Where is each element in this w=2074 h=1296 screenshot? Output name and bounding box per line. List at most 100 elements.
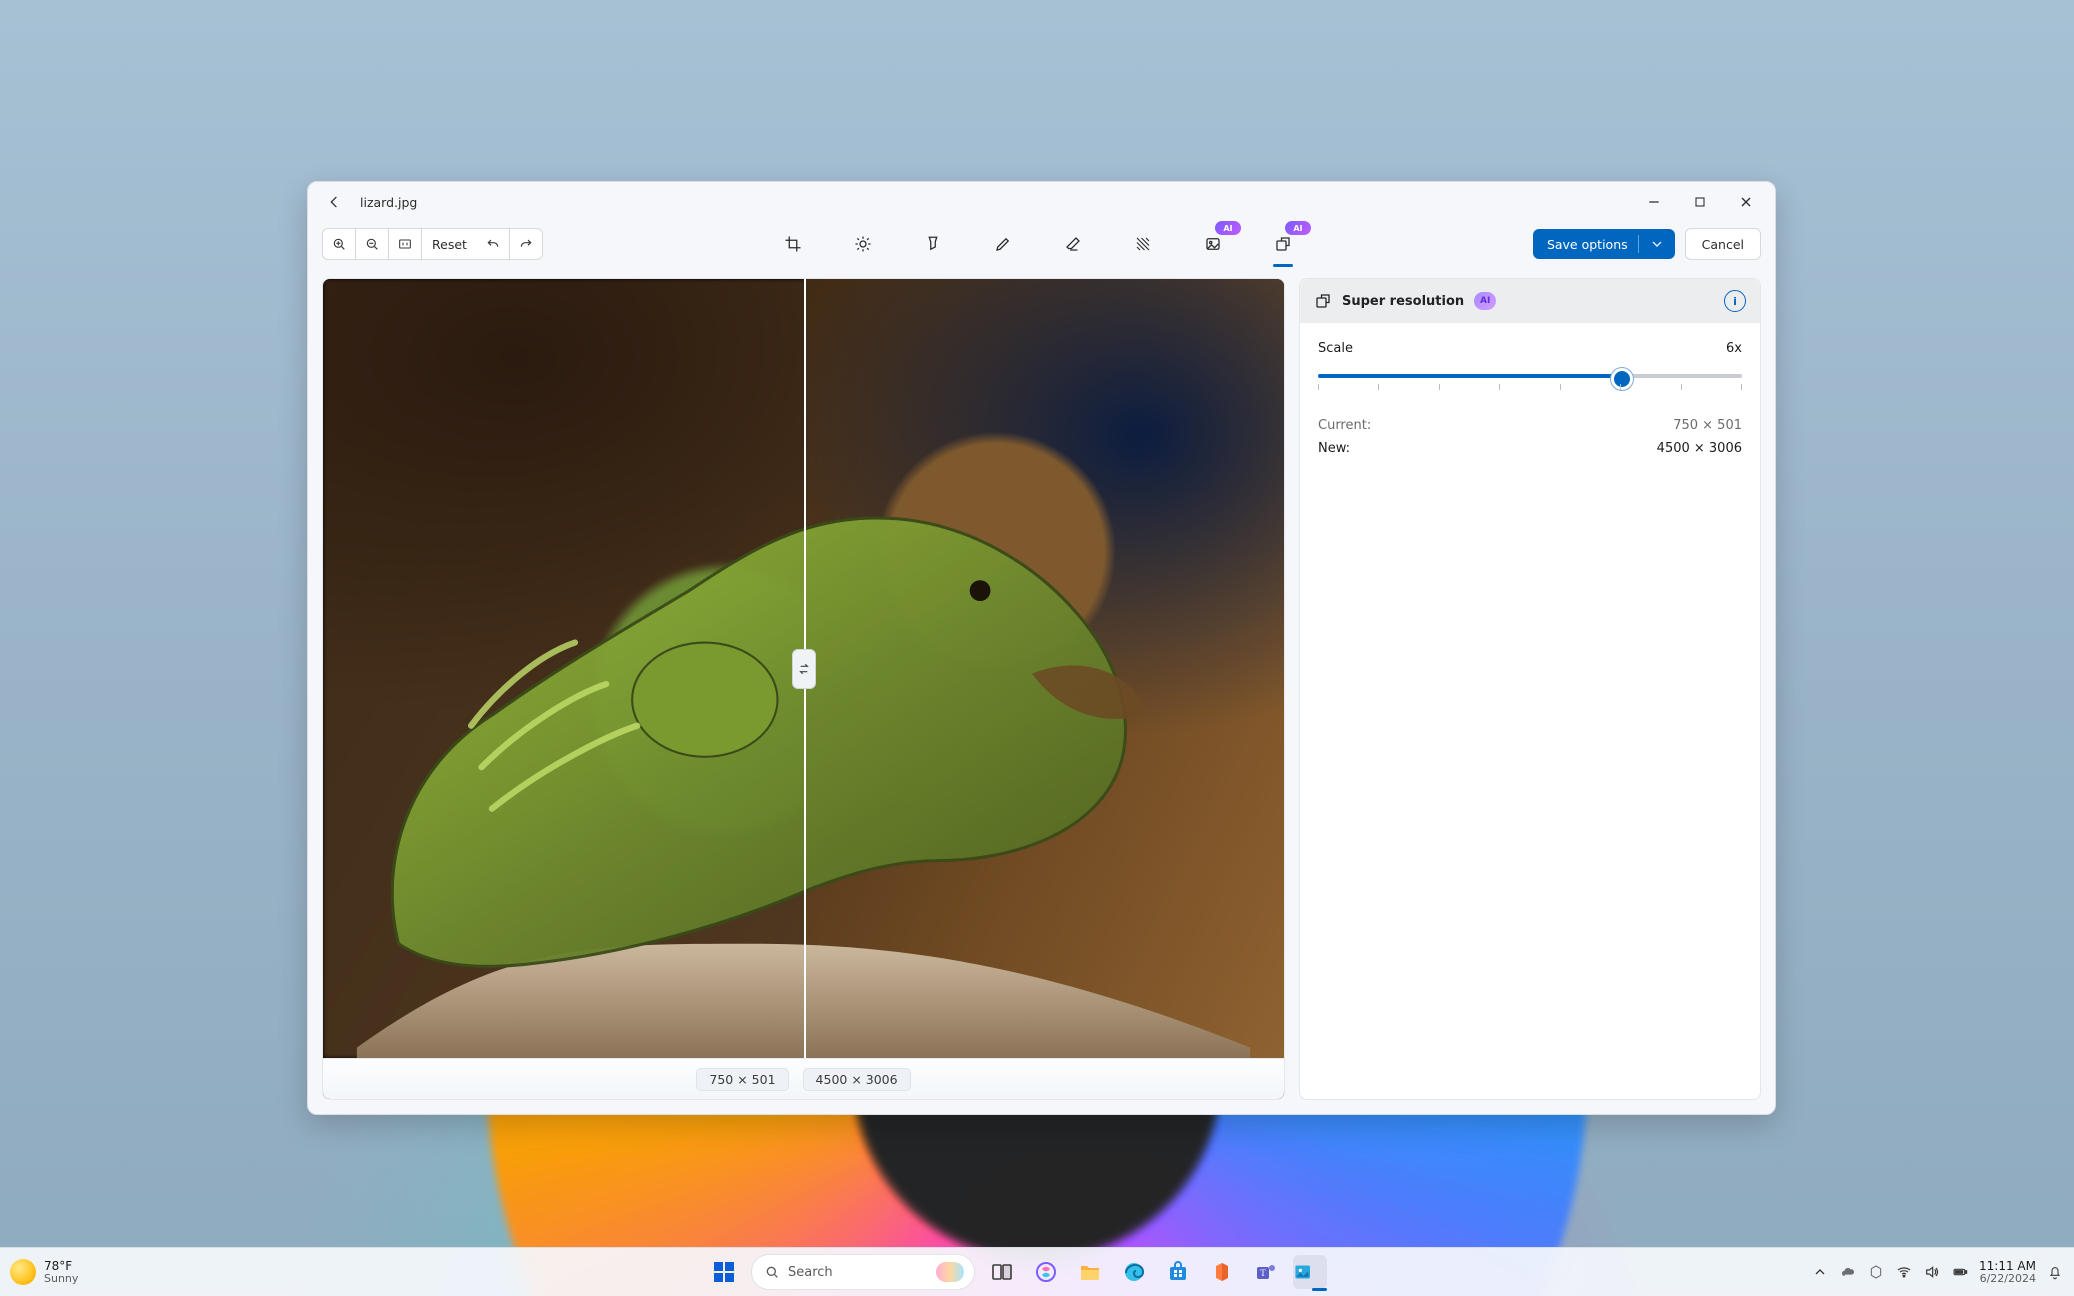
folder-icon <box>1078 1260 1102 1284</box>
file-explorer-button[interactable] <box>1073 1255 1107 1289</box>
titlebar: lizard.jpg <box>308 182 1775 222</box>
onedrive-tray-icon[interactable] <box>1839 1263 1857 1281</box>
crop-icon <box>784 235 802 253</box>
new-value: 4500 × 3006 <box>1657 441 1742 456</box>
zoom-out-icon <box>364 236 380 252</box>
markup-tool[interactable] <box>985 227 1021 261</box>
wifi-tray-icon[interactable] <box>1895 1263 1913 1281</box>
generative-erase-tool[interactable]: AI <box>1195 227 1231 261</box>
ai-badge: AI <box>1285 221 1311 235</box>
ai-badge: AI <box>1215 221 1241 235</box>
start-button[interactable] <box>707 1255 741 1289</box>
zoom-out-button[interactable] <box>355 229 388 259</box>
cloud-icon <box>1840 1264 1856 1280</box>
image-ai-icon <box>1204 235 1222 253</box>
window-caption-buttons <box>1631 182 1769 222</box>
back-button[interactable] <box>318 186 350 218</box>
crop-tool[interactable] <box>775 227 811 261</box>
panel-body: Scale 6x Current: 750 × 501 New: 4500 × … <box>1300 323 1760 464</box>
teams-icon: T <box>1254 1260 1278 1284</box>
task-view-button[interactable] <box>985 1255 1019 1289</box>
filter-tool[interactable] <box>915 227 951 261</box>
fit-screen-icon <box>397 236 413 252</box>
zoom-in-button[interactable] <box>323 229 355 259</box>
copilot-tray-icon[interactable] <box>1867 1263 1885 1281</box>
pencil-icon <box>994 235 1012 253</box>
windows-logo-icon <box>712 1260 736 1284</box>
notifications-button[interactable] <box>2046 1263 2064 1281</box>
search-label: Search <box>788 1265 833 1280</box>
taskbar-weather[interactable]: 78°F Sunny <box>10 1259 250 1285</box>
swap-horizontal-icon <box>796 661 812 677</box>
title-filename: lizard.jpg <box>360 195 417 210</box>
store-button[interactable] <box>1161 1255 1195 1289</box>
search-highlight-art <box>936 1262 964 1282</box>
image-viewer: 750 × 501 4500 × 3006 <box>322 278 1285 1100</box>
edit-tools: AI AI <box>553 227 1523 261</box>
tray-overflow-button[interactable] <box>1811 1263 1829 1281</box>
m365-icon <box>1210 1260 1234 1284</box>
info-button[interactable]: i <box>1724 290 1746 312</box>
scale-value: 6x <box>1726 341 1742 356</box>
reset-button[interactable]: Reset <box>421 229 477 259</box>
m365-button[interactable] <box>1205 1255 1239 1289</box>
taskbar-clock[interactable]: 11:11 AM 6/22/2024 <box>1979 1260 2036 1284</box>
chevron-up-icon <box>1812 1264 1828 1280</box>
copilot-icon <box>1034 1260 1058 1284</box>
redo-icon <box>518 236 534 252</box>
zoom-in-icon <box>331 236 347 252</box>
zoom-group: Reset <box>322 228 543 260</box>
editor-toolbar: Reset <box>308 222 1775 266</box>
photos-app-icon <box>1293 1260 1312 1284</box>
after-dimensions-pill: 4500 × 3006 <box>803 1068 911 1091</box>
save-options-label: Save options <box>1547 237 1628 252</box>
before-dimensions-pill: 750 × 501 <box>696 1068 788 1091</box>
copilot-button[interactable] <box>1029 1255 1063 1289</box>
cancel-button[interactable]: Cancel <box>1685 228 1761 260</box>
taskbar-tray: 11:11 AM 6/22/2024 <box>1784 1260 2064 1284</box>
weather-temp: 78°F <box>44 1260 78 1273</box>
scale-label: Scale <box>1318 341 1353 356</box>
cancel-label: Cancel <box>1702 237 1744 252</box>
scale-row: Scale 6x <box>1318 341 1742 356</box>
close-button[interactable] <box>1723 182 1769 222</box>
fit-button[interactable] <box>388 229 421 259</box>
eraser-icon <box>1064 235 1082 253</box>
photos-app-button[interactable] <box>1293 1255 1327 1289</box>
volume-tray-icon[interactable] <box>1923 1263 1941 1281</box>
undo-icon <box>485 236 501 252</box>
teams-button[interactable]: T <box>1249 1255 1283 1289</box>
current-row: Current: 750 × 501 <box>1318 418 1742 433</box>
taskbar-search[interactable]: Search <box>751 1254 975 1290</box>
background-tool[interactable] <box>1125 227 1161 261</box>
scale-slider[interactable] <box>1318 364 1742 396</box>
undo-button[interactable] <box>477 229 509 259</box>
maximize-icon <box>1692 194 1708 210</box>
clock-date: 6/22/2024 <box>1980 1273 2036 1285</box>
save-options-button[interactable]: Save options <box>1533 229 1675 259</box>
minimize-button[interactable] <box>1631 182 1677 222</box>
redo-button[interactable] <box>509 229 542 259</box>
speaker-icon <box>1924 1264 1940 1280</box>
svg-text:T: T <box>1260 1268 1266 1278</box>
adjust-tool[interactable] <box>845 227 881 261</box>
edge-button[interactable] <box>1117 1255 1151 1289</box>
comparison-split-handle[interactable] <box>792 649 816 689</box>
ai-badge: AI <box>1474 292 1496 310</box>
upscale-icon <box>1314 292 1332 310</box>
image-canvas[interactable] <box>323 279 1284 1058</box>
super-resolution-tool[interactable]: AI <box>1265 227 1301 261</box>
panel-title: Super resolution <box>1342 294 1464 309</box>
bell-icon <box>2047 1264 2063 1280</box>
sun-icon <box>10 1259 36 1285</box>
search-icon <box>764 1264 780 1280</box>
chevron-down-icon <box>1649 236 1665 252</box>
new-label: New: <box>1318 441 1350 456</box>
battery-tray-icon[interactable] <box>1951 1263 1969 1281</box>
minimize-icon <box>1646 194 1662 210</box>
erase-tool[interactable] <box>1055 227 1091 261</box>
maximize-button[interactable] <box>1677 182 1723 222</box>
weather-desc: Sunny <box>44 1273 78 1285</box>
current-label: Current: <box>1318 418 1371 433</box>
content-area: 750 × 501 4500 × 3006 Super resolution A… <box>308 266 1775 1114</box>
